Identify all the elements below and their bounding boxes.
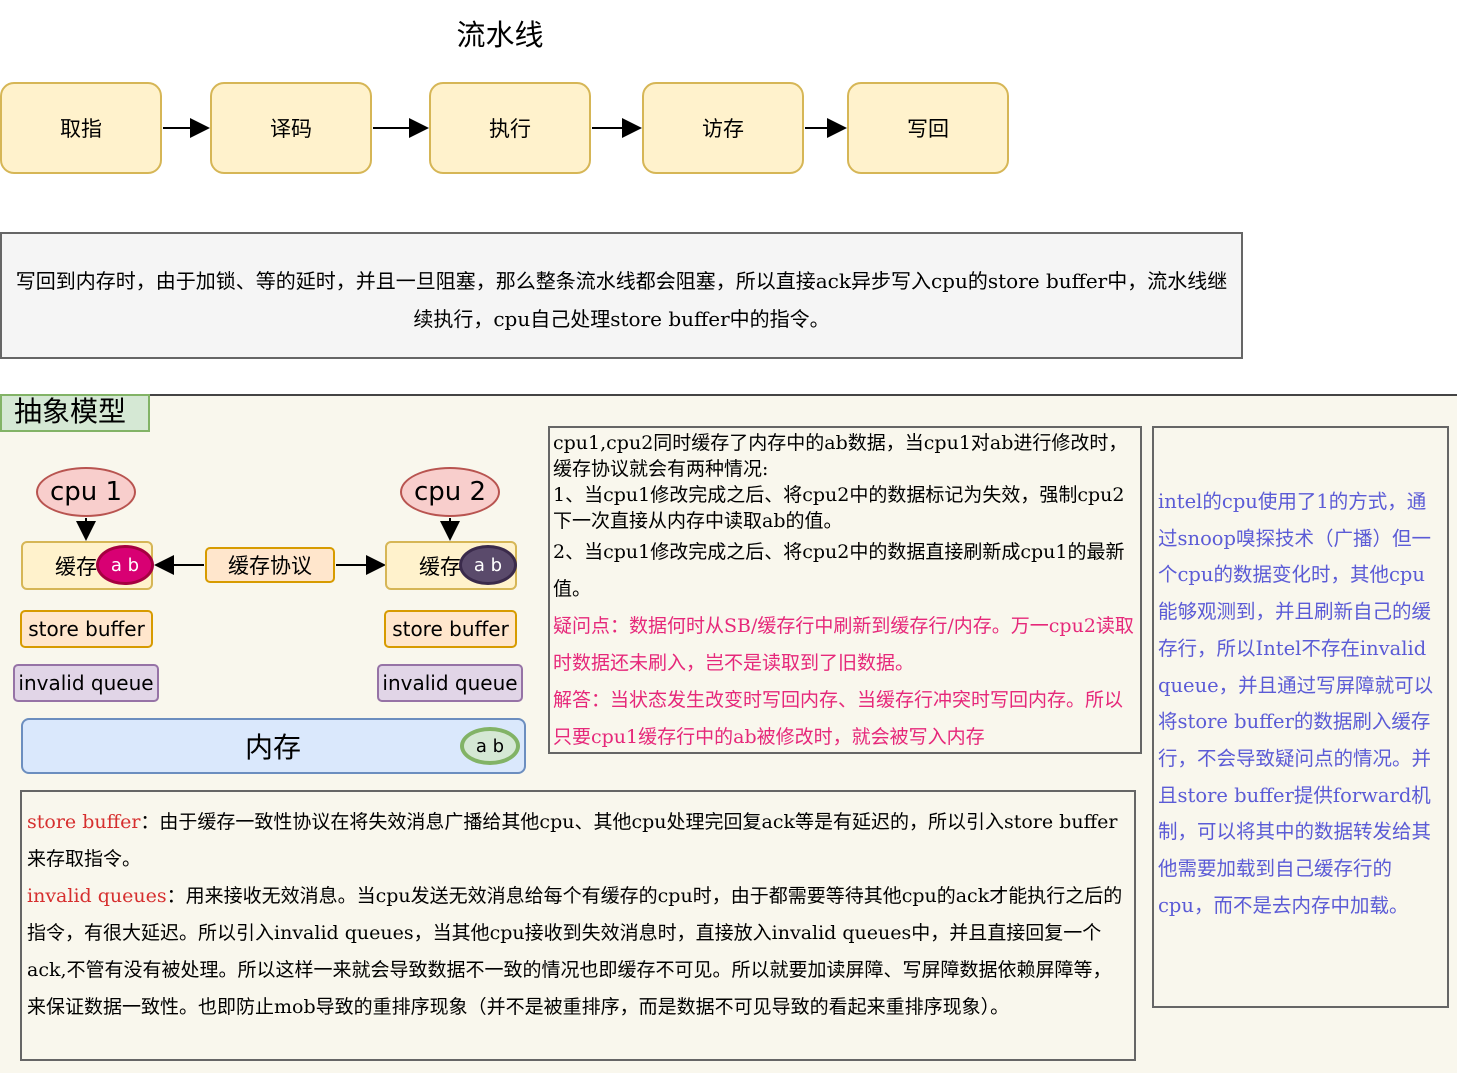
cpu2-invalid-queue[interactable]: invalid queue [377, 664, 523, 702]
explain-question: 疑问点：数据何时从SB/缓存行中刷新到缓存行/内存。万一cpu2读取时数据还未刷… [553, 615, 1134, 674]
intel-note[interactable]: intel的cpu使用了1的方式，通过snoop嗅探技术（广播）但一个cpu的数… [1152, 426, 1449, 1008]
definitions-box[interactable]: store buffer：由于缓存一致性协议在将失效消息广播给其他cpu、其他c… [20, 790, 1136, 1061]
explain-case-2: 2、当cpu1修改完成之后、将cpu2中的数据直接刷新成cpu1的最新值。 [553, 541, 1125, 600]
memory-ab-data: a b [460, 727, 520, 765]
store-buffer-text: ：由于缓存一致性协议在将失效消息广播给其他cpu、其他cpu处理完回复ack等是… [27, 811, 1118, 870]
cpu2-node[interactable]: cpu 2 [400, 467, 500, 517]
cpu2-ab-data: a b [459, 545, 517, 585]
invalid-queue-definition: invalid queues：用来接收无效消息。当cpu发送无效消息给每个有缓存… [27, 878, 1129, 1026]
coherence-explanation[interactable]: cpu1,cpu2同时缓存了内存中的ab数据，当cpu1对ab进行修改时，缓存协… [548, 426, 1142, 754]
store-buffer-term: store buffer [27, 811, 141, 833]
explain-intro: cpu1,cpu2同时缓存了内存中的ab数据，当cpu1对ab进行修改时，缓存协… [553, 432, 1128, 480]
cpu1-invalid-queue[interactable]: invalid queue [13, 664, 159, 702]
explain-case-1: 1、当cpu1修改完成之后、将cpu2中的数据标记为失效，强制cpu2下一次直接… [553, 484, 1125, 532]
cpu1-node[interactable]: cpu 1 [36, 467, 136, 517]
cache-protocol-node[interactable]: 缓存协议 [205, 547, 335, 583]
explain-answer: 解答：当状态发生改变时写回内存、当缓存行冲突时写回内存。所以只要cpu1缓存行中… [553, 689, 1124, 748]
cpu2-store-buffer[interactable]: store buffer [384, 610, 517, 648]
cpu1-ab-data: a b [96, 545, 154, 585]
store-buffer-definition: store buffer：由于缓存一致性协议在将失效消息广播给其他cpu、其他c… [27, 804, 1129, 878]
invalid-queue-text: ：用来接收无效消息。当cpu发送无效消息给每个有缓存的cpu时，由于都需要等待其… [27, 885, 1123, 1018]
memory-label: 内存 [245, 731, 302, 764]
cpu1-store-buffer[interactable]: store buffer [20, 610, 153, 648]
invalid-queue-term: invalid queues [27, 885, 167, 907]
memory-node[interactable]: 内存 [21, 718, 526, 774]
